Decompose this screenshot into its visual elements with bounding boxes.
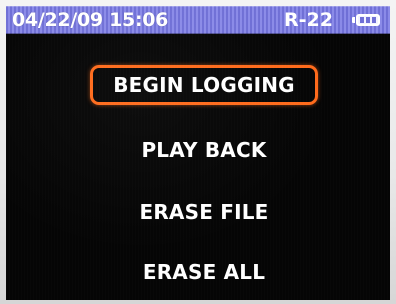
lcd-screen: 04/22/09 15:06 R-22 BEGIN LOGGING PLAY B… [6,6,390,300]
device-bezel: 04/22/09 15:06 R-22 BEGIN LOGGING PLAY B… [0,0,396,304]
battery-cell [366,17,370,23]
status-datetime: 04/22/09 15:06 [12,9,169,31]
status-channel: R-22 [284,9,333,31]
main-menu: BEGIN LOGGING PLAY BACK ERASE FILE ERASE… [6,34,390,300]
menu-item-begin-logging[interactable]: BEGIN LOGGING [90,65,318,105]
status-bar: 04/22/09 15:06 R-22 [6,6,390,34]
battery-cell [360,17,364,23]
menu-item-erase-file[interactable]: ERASE FILE [90,193,318,233]
battery-icon [352,14,380,26]
menu-item-erase-all[interactable]: ERASE ALL [90,253,318,293]
battery-cell [372,17,376,23]
menu-item-play-back[interactable]: PLAY BACK [90,131,318,171]
